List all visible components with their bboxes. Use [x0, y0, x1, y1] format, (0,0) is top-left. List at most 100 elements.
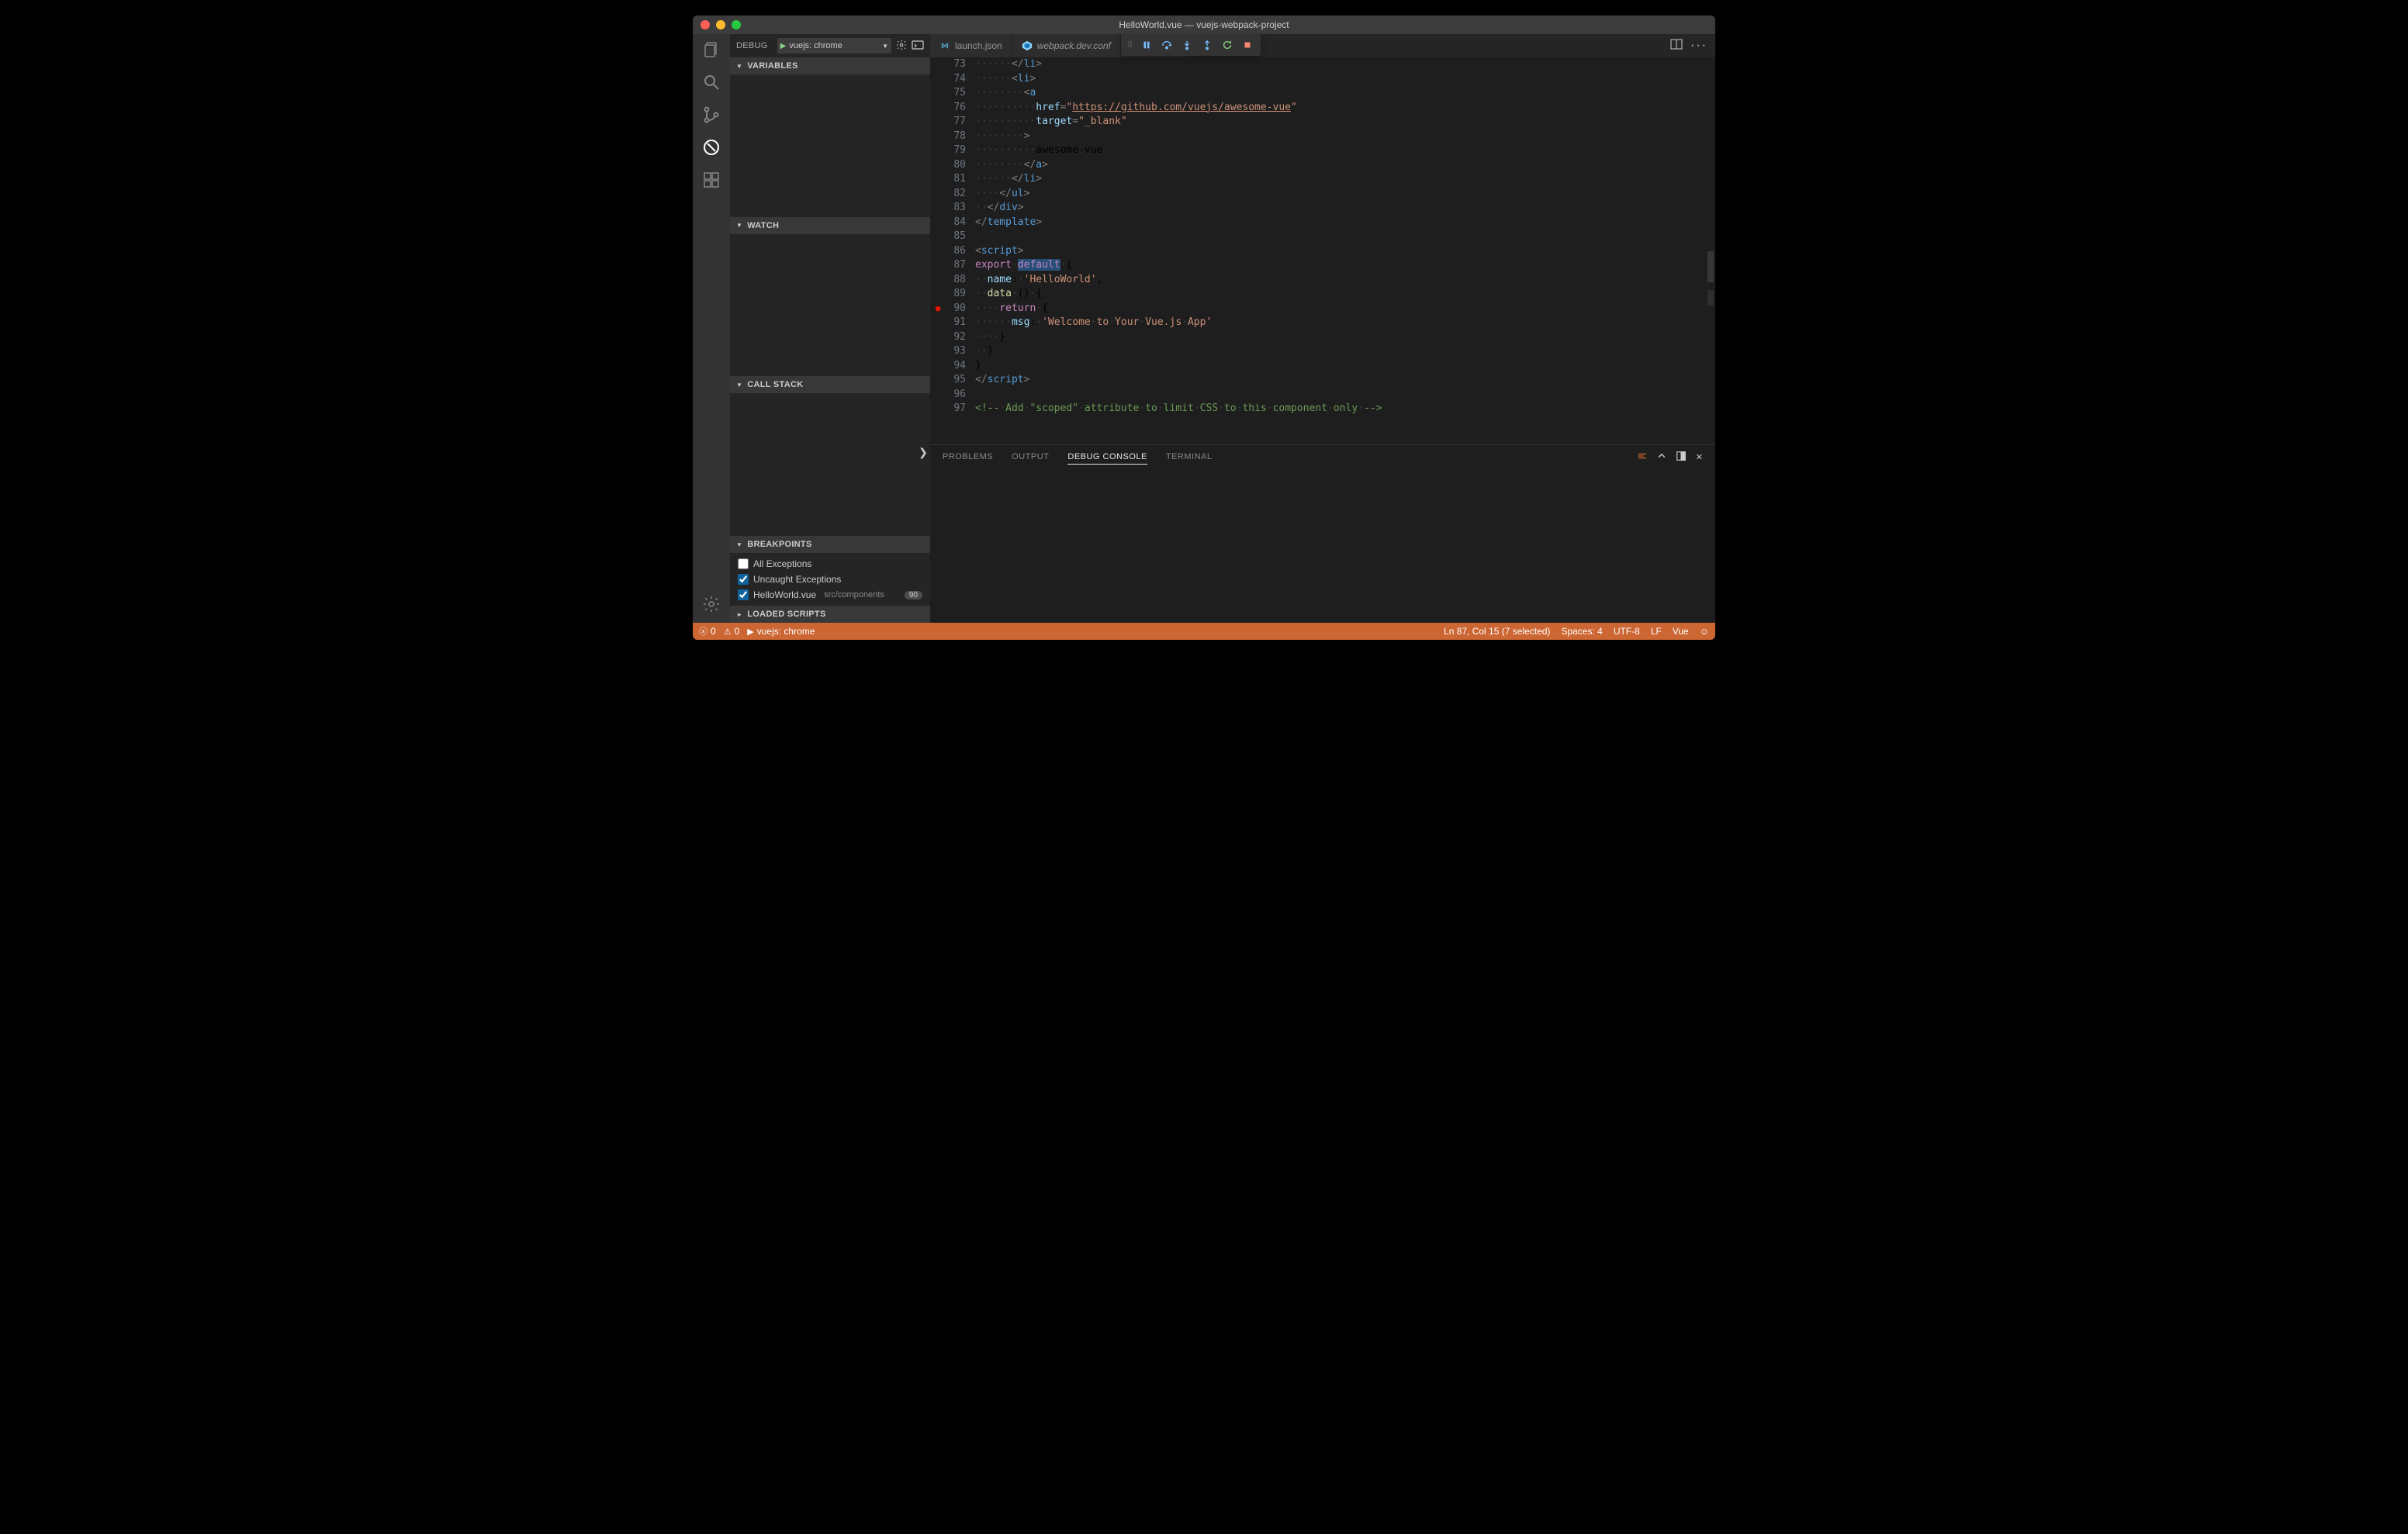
split-editor-icon[interactable] [1670, 38, 1683, 54]
step-out-button[interactable] [1197, 35, 1217, 55]
start-debug-icon[interactable]: ▶ [780, 42, 787, 50]
breakpoint-checkbox[interactable] [738, 558, 749, 569]
code-content[interactable]: ······</li> [975, 57, 1715, 72]
breakpoint-gutter[interactable] [930, 72, 946, 87]
breakpoint-gutter[interactable] [930, 143, 946, 158]
stop-button[interactable] [1237, 35, 1258, 55]
code-content[interactable]: ······</li> [975, 172, 1715, 187]
clear-console-icon[interactable] [1637, 451, 1648, 464]
code-content[interactable]: </template> [975, 216, 1715, 230]
maximize-panel-icon[interactable] [1676, 451, 1687, 464]
minimap-slider[interactable] [1707, 251, 1714, 282]
tab-launch-json[interactable]: ⋈ launch.json [930, 34, 1012, 57]
debug-settings-icon[interactable] [896, 40, 907, 53]
breakpoint-gutter[interactable] [930, 316, 946, 330]
pause-button[interactable] [1137, 35, 1157, 55]
code-content[interactable]: ··name:·'HelloWorld', [975, 273, 1715, 288]
debug-config-picker[interactable]: ▶ vuejs: chrome ▼ [777, 38, 891, 54]
code-line[interactable]: 83··</div> [930, 201, 1715, 216]
code-line[interactable]: 86<script> [930, 244, 1715, 259]
tab-problems[interactable]: PROBLEMS [943, 452, 993, 461]
status-eol[interactable]: LF [1651, 626, 1662, 637]
tab-terminal[interactable]: TERMINAL [1166, 452, 1213, 461]
code-line[interactable]: 96 [930, 388, 1715, 403]
breakpoint-gutter[interactable] [930, 302, 946, 316]
status-spaces[interactable]: Spaces: 4 [1561, 626, 1602, 637]
code-line[interactable]: 89··data·()·{ [930, 287, 1715, 302]
code-line[interactable]: 91······msg:·'Welcome·to·Your·Vue.js·App… [930, 316, 1715, 330]
more-actions-icon[interactable]: ··· [1690, 39, 1707, 53]
code-line[interactable]: 73······</li> [930, 57, 1715, 72]
source-control-icon[interactable] [702, 105, 721, 124]
code-content[interactable]: ····} [975, 330, 1715, 345]
code-content[interactable]: ··········href="https://github.com/vuejs… [975, 101, 1715, 116]
breakpoint-gutter[interactable] [930, 86, 946, 101]
breakpoint-gutter[interactable] [930, 402, 946, 416]
code-content[interactable]: ····</ul> [975, 187, 1715, 202]
breakpoints-section-header[interactable]: ▼ BREAKPOINTS [730, 536, 930, 553]
breakpoint-gutter[interactable] [930, 344, 946, 359]
breakpoint-gutter[interactable] [930, 172, 946, 187]
variables-section-header[interactable]: ▼ VARIABLES [730, 57, 930, 74]
breakpoint-gutter[interactable] [930, 216, 946, 230]
feedback-icon[interactable]: ☺ [1700, 626, 1709, 637]
watch-section-header[interactable]: ▼ WATCH [730, 217, 930, 234]
code-content[interactable] [975, 230, 1715, 244]
breakpoint-gutter[interactable] [930, 57, 946, 72]
code-content[interactable]: ········</a> [975, 158, 1715, 173]
minimap[interactable] [1707, 57, 1714, 444]
breakpoint-gutter[interactable] [930, 287, 946, 302]
code-content[interactable]: ··········awesome-vue [975, 143, 1715, 158]
loaded-scripts-section-header[interactable]: ▼ LOADED SCRIPTS [730, 606, 930, 623]
breakpoint-gutter[interactable] [930, 244, 946, 259]
code-content[interactable]: ··········target="_blank" [975, 115, 1715, 130]
breakpoint-gutter[interactable] [930, 273, 946, 288]
code-line[interactable]: 79··········awesome-vue [930, 143, 1715, 158]
code-line[interactable]: 87export·default·{ [930, 258, 1715, 273]
code-line[interactable]: 85 [930, 230, 1715, 244]
breakpoint-gutter[interactable] [930, 101, 946, 116]
restart-button[interactable] [1217, 35, 1237, 55]
tab-webpack-dev-conf[interactable]: webpack.dev.conf [1012, 34, 1121, 57]
breakpoint-gutter[interactable] [930, 359, 946, 374]
collapse-icon[interactable] [1657, 451, 1666, 463]
code-line[interactable]: 84</template> [930, 216, 1715, 230]
breakpoint-item[interactable]: HelloWorld.vue src/components 90 [730, 587, 930, 603]
breakpoint-gutter[interactable] [930, 373, 946, 388]
code-content[interactable]: } [975, 359, 1715, 374]
breakpoint-gutter[interactable] [930, 330, 946, 345]
extensions-icon[interactable] [702, 171, 721, 189]
code-content[interactable]: ··</div> [975, 201, 1715, 216]
code-content[interactable]: <script> [975, 244, 1715, 259]
breakpoint-gutter[interactable] [930, 130, 946, 144]
step-over-button[interactable] [1157, 35, 1177, 55]
code-content[interactable]: </script> [975, 373, 1715, 388]
breakpoint-gutter[interactable] [930, 158, 946, 173]
code-line[interactable]: 94} [930, 359, 1715, 374]
code-content[interactable]: ········> [975, 130, 1715, 144]
code-content[interactable]: ····return·{ [975, 302, 1715, 316]
code-content[interactable]: ······<li> [975, 72, 1715, 87]
step-into-button[interactable] [1177, 35, 1197, 55]
breakpoint-gutter[interactable] [930, 258, 946, 273]
code-content[interactable]: export·default·{ [975, 258, 1715, 273]
explorer-icon[interactable] [702, 40, 721, 59]
code-line[interactable]: 75········<a [930, 86, 1715, 101]
status-debug-target[interactable]: ▶ vuejs: chrome [747, 626, 815, 637]
code-line[interactable]: 82····</ul> [930, 187, 1715, 202]
settings-gear-icon[interactable] [702, 595, 721, 613]
close-panel-icon[interactable]: ✕ [1696, 452, 1703, 462]
status-warnings[interactable]: ⚠ 0 [724, 626, 740, 637]
tab-debug-console[interactable]: DEBUG CONSOLE [1067, 452, 1147, 465]
code-content[interactable]: ··} [975, 344, 1715, 359]
status-selection[interactable]: Ln 87, Col 15 (7 selected) [1444, 626, 1550, 637]
breakpoint-item[interactable]: Uncaught Exceptions [730, 572, 930, 587]
code-editor[interactable]: 73······</li>74······<li>75········<a76·… [930, 57, 1715, 444]
code-content[interactable] [975, 388, 1715, 403]
debug-toolbar[interactable]: ⠿ [1121, 34, 1261, 56]
breakpoint-gutter[interactable] [930, 187, 946, 202]
code-content[interactable]: ··data·()·{ [975, 287, 1715, 302]
code-content[interactable]: <!--·Add·"scoped"·attribute·to·limit·CSS… [975, 402, 1715, 416]
code-content[interactable]: ········<a [975, 86, 1715, 101]
code-line[interactable]: 93··} [930, 344, 1715, 359]
